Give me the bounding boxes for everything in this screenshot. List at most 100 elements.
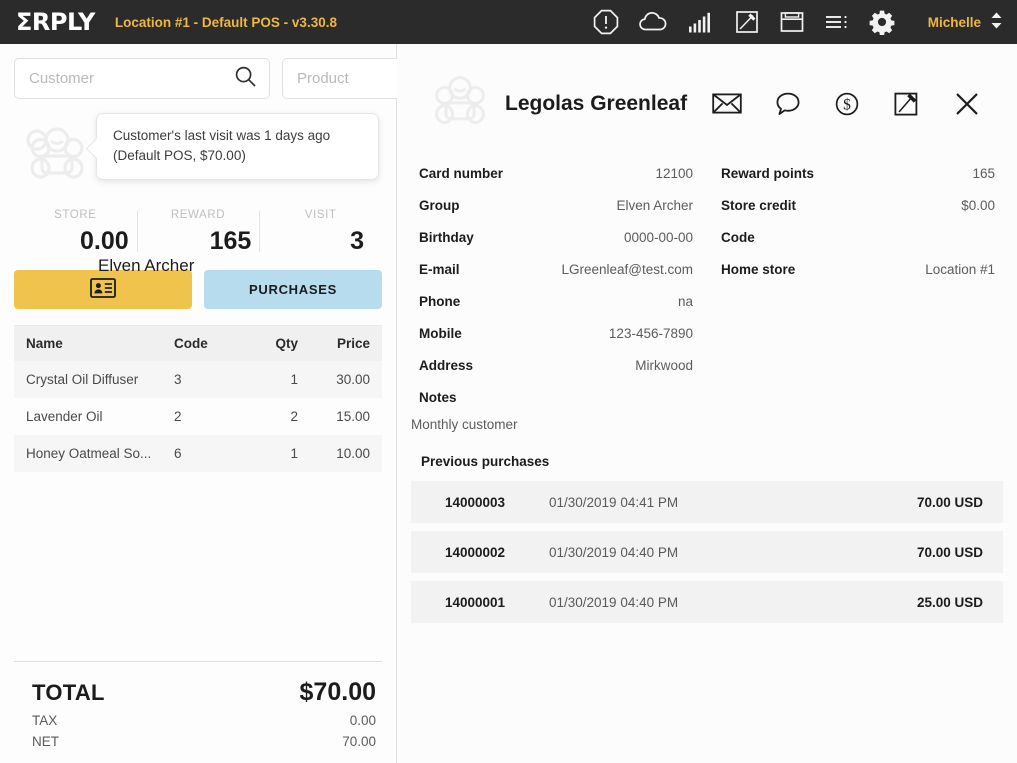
field-label: Address	[419, 358, 474, 373]
signal-bars-icon[interactable]	[687, 10, 715, 34]
field-value: 12100	[655, 166, 693, 181]
cell-qty: 2	[290, 409, 298, 424]
field-mobile: Mobile 123-456-7890	[419, 317, 693, 349]
previous-purchases-section: Previous purchases 14000003 01/30/2019 0…	[411, 454, 1003, 623]
cell-code: 2	[174, 409, 182, 424]
envelope-icon[interactable]	[712, 92, 742, 115]
stat-value: 3	[350, 227, 365, 255]
cloud-icon[interactable]	[638, 10, 668, 34]
fields-column-left: Card number 12100 Group Elven Archer Bir…	[419, 157, 693, 413]
purchase-number: 14000002	[445, 544, 506, 560]
previous-purchases-title: Previous purchases	[421, 454, 550, 469]
cell-qty: 1	[290, 372, 298, 387]
tax-label: TAX	[32, 713, 58, 728]
field-home-store: Home store Location #1	[721, 253, 995, 285]
table-row[interactable]: Crystal Oil Diffuser 3 1 30.00	[14, 361, 382, 398]
gear-icon[interactable]	[869, 9, 895, 35]
table-row[interactable]: Honey Oatmeal So... 6 1 10.00	[14, 435, 382, 472]
user-menu[interactable]: Michelle	[928, 11, 1003, 33]
customer-group-behind-tooltip: Elven Archer	[98, 256, 195, 275]
field-label: Birthday	[419, 230, 474, 245]
net-row: NET 70.00	[14, 728, 382, 749]
stat-value: 165	[209, 227, 252, 255]
customer-search-box[interactable]	[14, 58, 270, 99]
table-header-row: Name Code Qty Price	[14, 326, 382, 361]
field-value: 123-456-7890	[608, 326, 693, 341]
field-value: LGreenleaf@test.com	[561, 262, 693, 277]
field-label: Code	[721, 230, 755, 245]
table-row[interactable]: Lavender Oil 2 2 15.00	[14, 398, 382, 435]
customer-search-input[interactable]	[29, 70, 228, 87]
erply-logo: ΣRPLY	[16, 8, 95, 36]
field-label: Home store	[721, 262, 796, 277]
sale-items-table: Name Code Qty Price Crystal Oil Diffuser…	[14, 325, 382, 472]
customer-name-title: Legolas Greenleaf	[505, 91, 688, 115]
cell-price: 10.00	[336, 446, 370, 461]
purchase-date: 01/30/2019 04:41 PM	[549, 494, 679, 510]
tax-value: 0.00	[349, 713, 376, 728]
field-label: Store credit	[721, 198, 797, 213]
field-label: Mobile	[419, 326, 462, 341]
stat-label: STORE	[54, 209, 97, 221]
alert-octagon-icon[interactable]	[593, 9, 619, 35]
field-value: 165	[972, 166, 995, 181]
tooltip-line-1: Customer's last visit was 1 days ago	[113, 128, 331, 143]
purchase-row[interactable]: 14000003 01/30/2019 04:41 PM 70.00 USD	[411, 481, 1003, 523]
sale-panel: Elven Archer Customer's last visit was 1…	[0, 44, 538, 763]
cell-price: 15.00	[336, 409, 370, 424]
user-name-label: Michelle	[927, 14, 981, 30]
column-header-price: Price	[336, 336, 370, 351]
column-header-name: Name	[26, 336, 63, 351]
purchase-amount: 70.00 USD	[916, 544, 983, 560]
location-title: Location #1 - Default POS - v3.30.8	[114, 14, 337, 30]
cell-code: 6	[174, 446, 182, 461]
field-reward-points: Reward points 165	[721, 157, 995, 189]
edit-square-icon[interactable]	[734, 9, 760, 35]
purchase-amount: 25.00 USD	[916, 594, 983, 610]
field-group: Group Elven Archer	[419, 189, 693, 221]
cell-name: Crystal Oil Diffuser	[26, 372, 139, 387]
field-email: E-mail LGreenleaf@test.com	[419, 253, 693, 285]
cell-name: Lavender Oil	[26, 409, 103, 424]
field-birthday: Birthday 0000-00-00	[419, 221, 693, 253]
field-label: Phone	[419, 294, 461, 309]
purchase-row[interactable]: 14000001 01/30/2019 04:40 PM 25.00 USD	[411, 581, 1003, 623]
field-value: 0000-00-00	[623, 230, 693, 245]
table-empty-space	[0, 472, 396, 661]
purchase-row[interactable]: 14000002 01/30/2019 04:40 PM 70.00 USD	[411, 531, 1003, 573]
customer-avatar-icon	[431, 72, 489, 135]
cell-qty: 1	[290, 446, 298, 461]
search-row	[0, 44, 538, 99]
fields-column-right: Reward points 165 Store credit $0.00 Cod…	[721, 157, 995, 413]
notes-text: Monthly customer	[411, 417, 518, 432]
customer-stats: STORE 0.00 REWARD 165 VISIT 3	[0, 209, 396, 256]
column-header-code: Code	[174, 336, 208, 351]
cell-price: 30.00	[336, 372, 370, 387]
field-address: Address Mirkwood	[419, 349, 693, 381]
edit-square-icon[interactable]	[893, 90, 920, 117]
field-label: Group	[419, 198, 460, 213]
field-notes: Notes	[419, 381, 693, 413]
speech-bubble-icon[interactable]	[775, 91, 801, 117]
field-label: Notes	[419, 390, 457, 405]
last-visit-tooltip: Customer's last visit was 1 days ago (De…	[96, 113, 379, 180]
stat-label: VISIT	[304, 209, 337, 221]
field-label: Reward points	[721, 166, 815, 181]
purchase-date: 01/30/2019 04:40 PM	[549, 544, 679, 560]
purchase-amount: 70.00 USD	[916, 494, 983, 510]
total-value: $70.00	[299, 678, 376, 706]
field-label: E-mail	[419, 262, 460, 277]
stat-label: REWARD	[170, 209, 226, 221]
id-card-icon	[90, 278, 116, 301]
purchases-button[interactable]: PURCHASES	[204, 270, 382, 309]
cash-drawer-icon[interactable]	[779, 10, 805, 34]
net-label: NET	[32, 734, 59, 749]
menu-list-icon[interactable]	[824, 12, 850, 32]
field-value: Location #1	[925, 262, 995, 277]
field-value: na	[677, 294, 693, 309]
chevron-updown-icon	[990, 11, 1003, 33]
close-icon[interactable]	[953, 90, 981, 118]
dollar-circle-icon[interactable]: $	[834, 91, 860, 117]
field-value: Mirkwood	[635, 358, 693, 373]
stat-value: 0.00	[80, 227, 129, 255]
